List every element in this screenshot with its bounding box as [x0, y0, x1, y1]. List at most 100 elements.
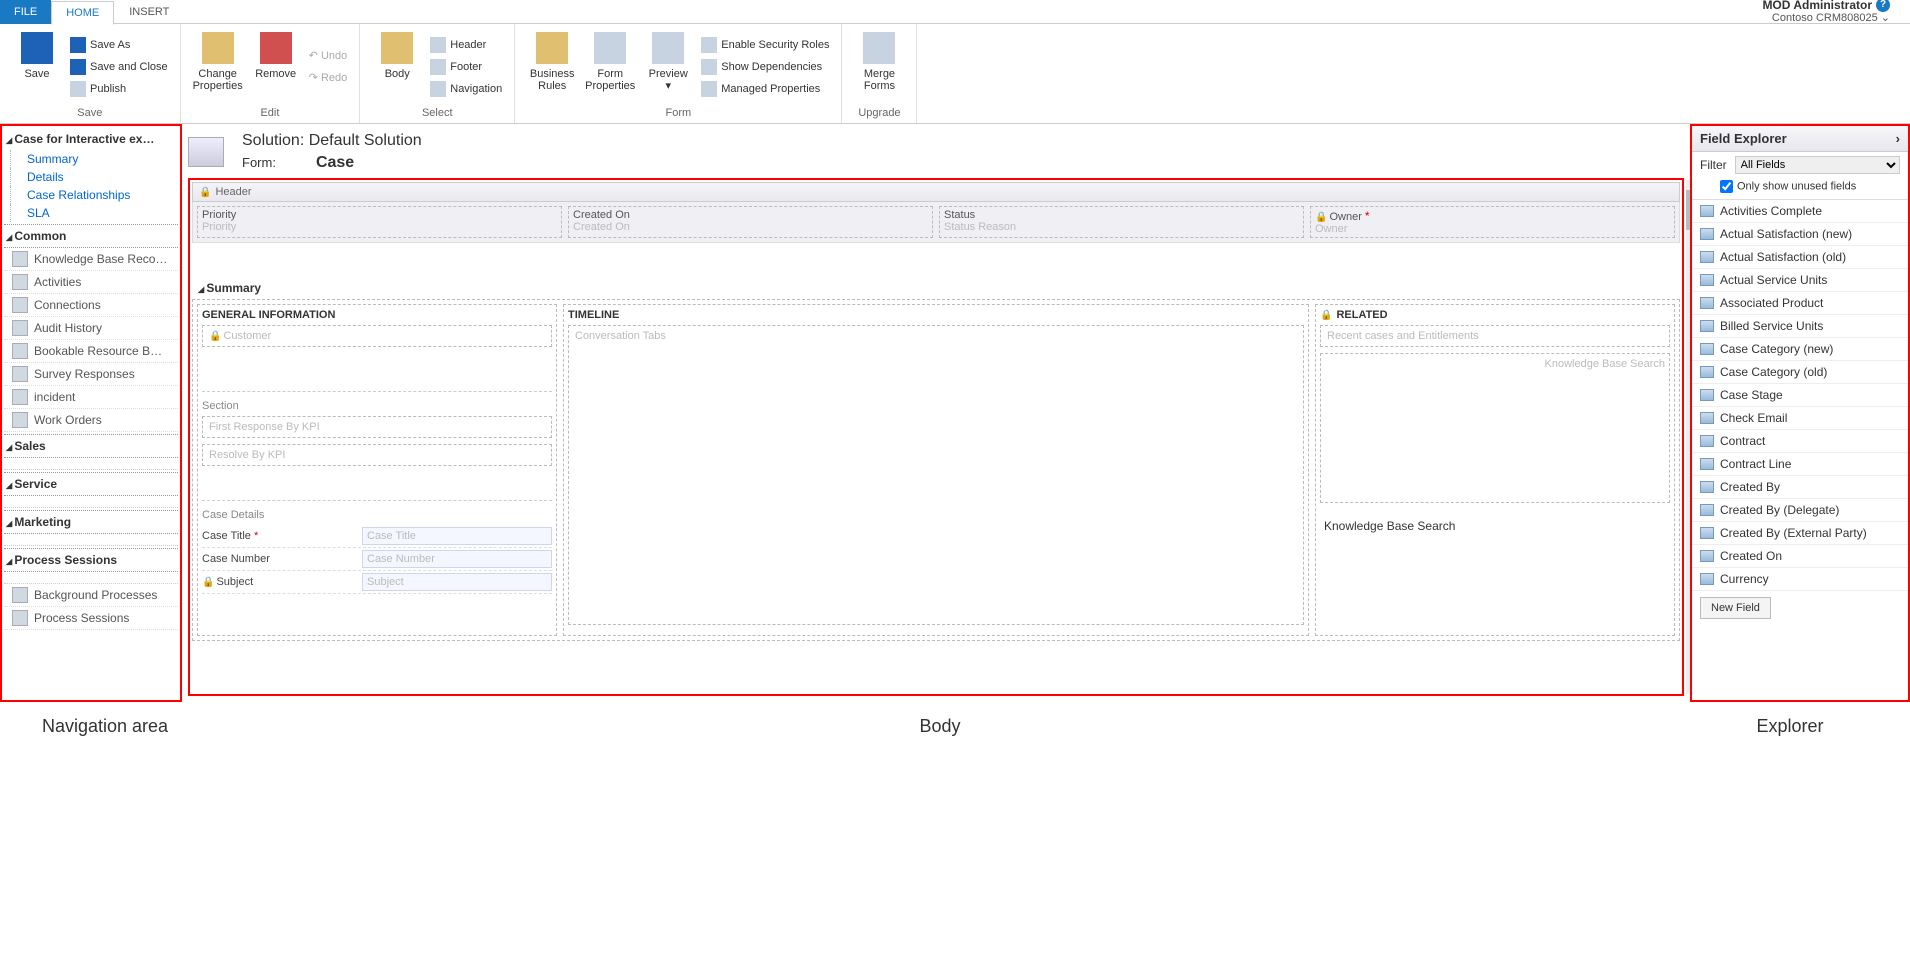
field-item[interactable]: Created On: [1692, 545, 1908, 568]
navigation-icon: [430, 81, 446, 97]
case-detail-row[interactable]: Case NumberCase Number: [202, 548, 552, 571]
header-field[interactable]: PriorityPriority: [197, 206, 562, 238]
nav-common-item[interactable]: Activities: [4, 271, 178, 294]
nav-group-header[interactable]: Service: [4, 472, 178, 496]
field-item[interactable]: Contract Line: [1692, 453, 1908, 476]
chevron-down-icon: ▾: [665, 80, 671, 92]
header-field[interactable]: Created OnCreated On: [568, 206, 933, 238]
remove-icon: [260, 32, 292, 64]
case-detail-row[interactable]: Case Title *Case Title: [202, 525, 552, 548]
field-item[interactable]: Case Stage: [1692, 384, 1908, 407]
field-item[interactable]: Currency: [1692, 568, 1908, 591]
nav-common-header[interactable]: Common: [4, 224, 178, 248]
preview-button[interactable]: Preview▾: [639, 28, 697, 105]
nav-common-item[interactable]: Survey Responses: [4, 363, 178, 386]
tab-file[interactable]: FILE: [0, 0, 51, 24]
header-section-bar[interactable]: 🔒Header: [192, 182, 1680, 202]
filter-select[interactable]: All Fields: [1735, 156, 1900, 174]
nav-process-item[interactable]: Process Sessions: [4, 607, 178, 630]
header-field[interactable]: StatusStatus Reason: [939, 206, 1304, 238]
field-icon: [1700, 366, 1714, 378]
nav-process-item[interactable]: Background Processes: [4, 584, 178, 607]
field-icon: [1700, 412, 1714, 424]
dependencies-button[interactable]: Show Dependencies: [697, 56, 833, 78]
field-item[interactable]: Created By: [1692, 476, 1908, 499]
save-as-button[interactable]: Save As: [66, 34, 172, 56]
save-as-icon: [70, 37, 86, 53]
field-item[interactable]: Actual Satisfaction (old): [1692, 246, 1908, 269]
case-detail-row[interactable]: 🔒SubjectSubject: [202, 571, 552, 594]
nav-common-item[interactable]: Knowledge Base Reco…: [4, 248, 178, 271]
managed-properties-button[interactable]: Managed Properties: [697, 78, 833, 100]
nav-group-header[interactable]: Marketing: [4, 510, 178, 534]
field-item[interactable]: Created By (Delegate): [1692, 499, 1908, 522]
security-roles-button[interactable]: Enable Security Roles: [697, 34, 833, 56]
field-icon: [1700, 458, 1714, 470]
section-label: Section: [202, 391, 552, 416]
tab-insert[interactable]: INSERT: [114, 0, 184, 24]
nav-form-item[interactable]: Summary: [10, 150, 178, 168]
form-properties-button[interactable]: Form Properties: [581, 28, 639, 105]
unused-checkbox[interactable]: [1720, 180, 1733, 193]
field-item[interactable]: Associated Product: [1692, 292, 1908, 315]
tab-bar: FILE HOME INSERT MOD Administrator? Cont…: [0, 0, 1910, 24]
summary-col-timeline[interactable]: TIMELINE Conversation Tabs: [563, 304, 1309, 636]
navigation-button[interactable]: Navigation: [426, 78, 506, 100]
related-field[interactable]: Recent cases and Entitlements: [1320, 325, 1670, 347]
field-item[interactable]: Billed Service Units: [1692, 315, 1908, 338]
business-rules-icon: [536, 32, 568, 64]
remove-button[interactable]: Remove: [247, 28, 305, 105]
save-close-button[interactable]: Save and Close: [66, 56, 172, 78]
customer-field[interactable]: 🔒Customer: [202, 325, 552, 347]
field-item[interactable]: Case Category (old): [1692, 361, 1908, 384]
nav-common-item[interactable]: Bookable Resource B…: [4, 340, 178, 363]
nav-common-item[interactable]: Connections: [4, 294, 178, 317]
field-item[interactable]: Created By (External Party): [1692, 522, 1908, 545]
timeline-field[interactable]: Conversation Tabs: [568, 325, 1304, 625]
nav-group-header[interactable]: Sales: [4, 434, 178, 458]
nav-form-item[interactable]: SLA: [10, 204, 178, 222]
nav-group-header[interactable]: Process Sessions: [4, 548, 178, 572]
collapse-icon[interactable]: ⌄: [1881, 12, 1890, 24]
field-item[interactable]: Actual Satisfaction (new): [1692, 223, 1908, 246]
header-icon: [430, 37, 446, 53]
kb-search-box[interactable]: Knowledge Base Search: [1320, 353, 1670, 503]
merge-forms-button[interactable]: Merge Forms: [850, 28, 908, 105]
lock-icon: 🔒: [199, 187, 211, 198]
nav-item-icon: [12, 412, 28, 428]
nav-form-item[interactable]: Case Relationships: [10, 186, 178, 204]
undo-icon: ↶: [309, 49, 318, 62]
save-button[interactable]: Save: [8, 28, 66, 105]
summary-tab-label[interactable]: Summary: [192, 273, 1680, 299]
header-field[interactable]: 🔒Owner *Owner: [1310, 206, 1675, 238]
kpi2-field[interactable]: Resolve By KPI: [202, 444, 552, 466]
new-field-button[interactable]: New Field: [1700, 597, 1771, 619]
field-item[interactable]: Case Category (new): [1692, 338, 1908, 361]
field-item[interactable]: Activities Complete: [1692, 200, 1908, 223]
nav-common-item[interactable]: incident: [4, 386, 178, 409]
nav-common-item[interactable]: Work Orders: [4, 409, 178, 432]
undo-button[interactable]: ↶ Undo: [305, 45, 352, 67]
nav-common-item[interactable]: Audit History: [4, 317, 178, 340]
summary-col-related[interactable]: 🔒RELATED Recent cases and Entitlements K…: [1315, 304, 1675, 636]
field-item[interactable]: Check Email: [1692, 407, 1908, 430]
nav-form-item[interactable]: Details: [10, 168, 178, 186]
form-label: Form:: [242, 155, 276, 170]
publish-button[interactable]: Publish: [66, 78, 172, 100]
chevron-right-icon[interactable]: ›: [1896, 131, 1900, 146]
body-button[interactable]: Body: [368, 28, 426, 105]
merge-icon: [863, 32, 895, 64]
field-item[interactable]: Contract: [1692, 430, 1908, 453]
redo-button[interactable]: ↷ Redo: [305, 67, 352, 89]
footer-button[interactable]: Footer: [426, 56, 506, 78]
header-button[interactable]: Header: [426, 34, 506, 56]
summary-col-general[interactable]: GENERAL INFORMATION 🔒Customer Section Fi…: [197, 304, 557, 636]
field-icon: [1700, 573, 1714, 585]
kpi1-field[interactable]: First Response By KPI: [202, 416, 552, 438]
change-properties-button[interactable]: Change Properties: [189, 28, 247, 105]
nav-entity-header[interactable]: Case for Interactive ex…: [4, 128, 178, 150]
help-icon[interactable]: ?: [1876, 0, 1890, 12]
tab-home[interactable]: HOME: [51, 1, 114, 25]
business-rules-button[interactable]: Business Rules: [523, 28, 581, 105]
field-item[interactable]: Actual Service Units: [1692, 269, 1908, 292]
